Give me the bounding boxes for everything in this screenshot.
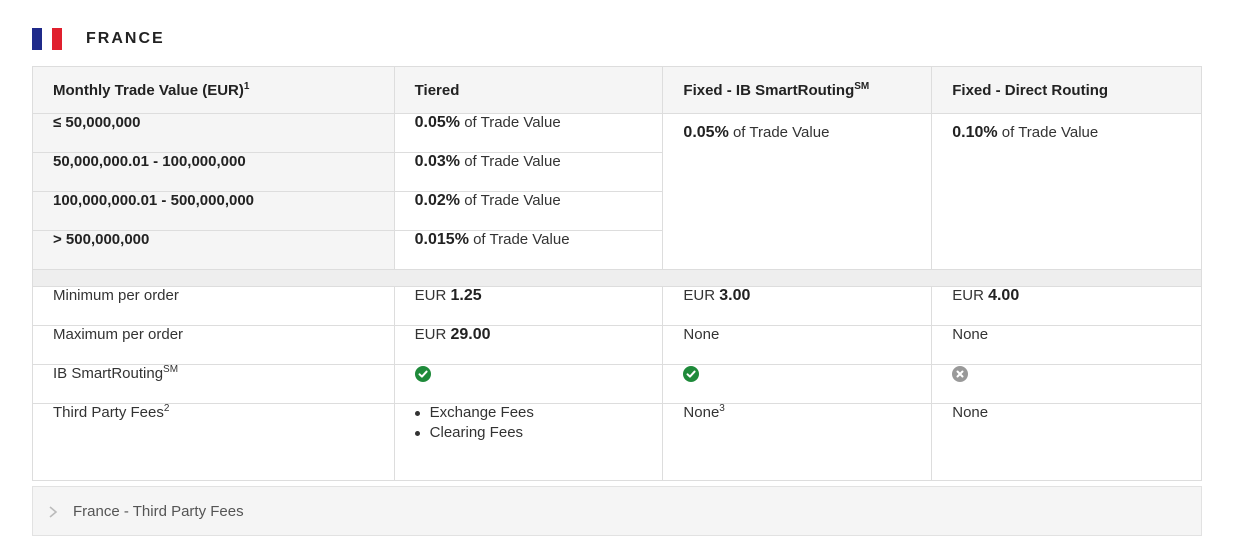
max-tiered: EUR 29.00	[393, 325, 664, 365]
tier-rate: 0.015% of Trade Value	[393, 230, 664, 270]
smart-routing-direct	[931, 364, 1202, 404]
header-tiered: Tiered	[393, 66, 664, 114]
tier-range: > 500,000,000	[32, 230, 395, 270]
smart-routing-row: IB SmartRoutingSM	[32, 364, 1202, 404]
list-item: Exchange Fees	[414, 402, 643, 424]
third-party-tiered: Exchange Fees Clearing Fees	[393, 402, 664, 481]
country-title: FRANCE	[86, 30, 165, 47]
smart-routing-tiered	[393, 364, 664, 404]
tier-rate: 0.03% of Trade Value	[393, 152, 664, 192]
third-party-direct: None	[931, 403, 1202, 481]
fixed-direct-rate: 0.10% of Trade Value	[931, 113, 1202, 270]
table-divider	[32, 269, 1202, 287]
min-order-row: Minimum per order EUR 1.25 EUR 3.00 EUR …	[32, 286, 1202, 326]
max-smart: None	[662, 325, 933, 365]
min-tiered: EUR 1.25	[393, 286, 664, 326]
tier-rate: 0.02% of Trade Value	[393, 191, 664, 231]
check-circle-icon	[683, 366, 700, 382]
row-label: IB SmartRoutingSM	[32, 364, 395, 404]
header-fixed-smart: Fixed - IB SmartRoutingSM	[662, 66, 933, 114]
tier-range: 50,000,000.01 - 100,000,000	[32, 152, 395, 192]
max-direct: None	[931, 325, 1202, 365]
chevron-right-icon	[49, 506, 58, 518]
country-header: FRANCE	[32, 28, 165, 50]
tier-rate: 0.05% of Trade Value	[393, 113, 664, 153]
list-item: Clearing Fees	[414, 422, 643, 444]
fixed-smart-rate: 0.05% of Trade Value	[662, 113, 933, 270]
tier-range: ≤ 50,000,000	[32, 113, 395, 153]
min-smart: EUR 3.00	[662, 286, 933, 326]
france-flag-icon	[32, 28, 62, 50]
smart-routing-smart	[662, 364, 933, 404]
third-party-smart: None3	[662, 403, 933, 481]
check-circle-icon	[414, 366, 431, 382]
fee-list: Exchange Fees Clearing Fees	[414, 402, 643, 444]
header-fixed-direct: Fixed - Direct Routing	[931, 66, 1202, 114]
header-monthly-trade-value: Monthly Trade Value (EUR)1	[32, 66, 395, 114]
max-order-row: Maximum per order EUR 29.00 None None	[32, 325, 1202, 365]
third-party-row: Third Party Fees2 Exchange Fees Clearing…	[32, 402, 1202, 481]
row-label: Maximum per order	[32, 325, 395, 365]
row-label: Minimum per order	[32, 286, 395, 326]
accordion-label: France - Third Party Fees	[73, 503, 244, 520]
row-label: Third Party Fees2	[32, 403, 395, 481]
commission-table: Monthly Trade Value (EUR)1 Tiered Fixed …	[32, 66, 1202, 481]
table-row: ≤ 50,000,000 0.05% of Trade Value 0.05% …	[32, 113, 1202, 270]
tier-range: 100,000,000.01 - 500,000,000	[32, 191, 395, 231]
x-circle-icon	[952, 366, 969, 382]
table-header-row: Monthly Trade Value (EUR)1 Tiered Fixed …	[32, 66, 1202, 114]
min-direct: EUR 4.00	[931, 286, 1202, 326]
